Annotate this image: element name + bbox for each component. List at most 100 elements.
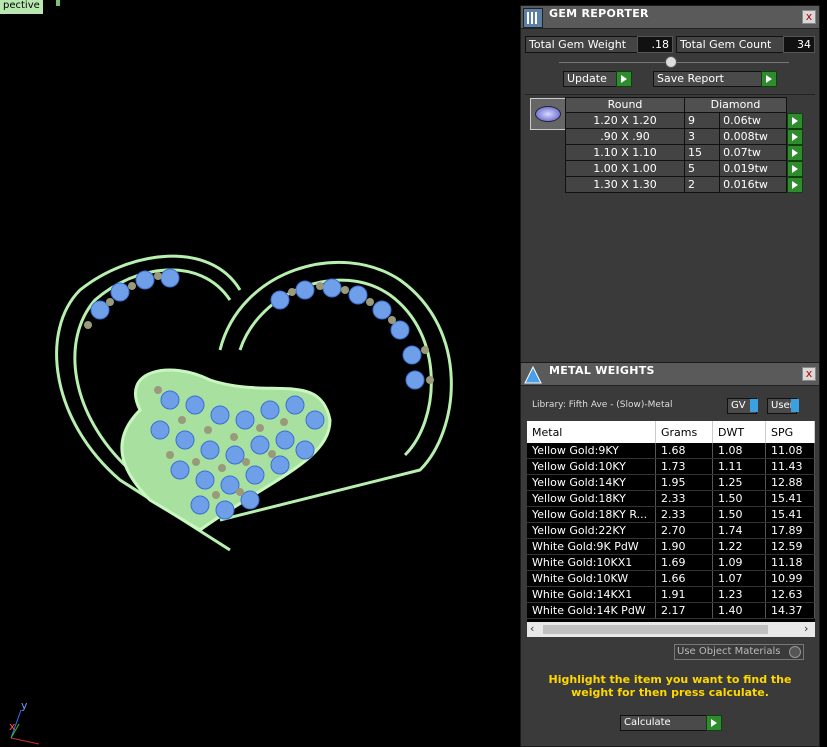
3d-viewport[interactable]: pective y x xyxy=(0,0,518,747)
metal-spg: 12.63 xyxy=(765,586,815,603)
gem-row-go-icon[interactable] xyxy=(787,160,803,177)
table-row[interactable]: White Gold:14KX1 1.91 1.23 12.63 xyxy=(527,586,815,603)
table-row[interactable]: Yellow Gold:10KY 1.73 1.11 11.43 xyxy=(527,458,815,475)
gem-count: 5 xyxy=(683,160,721,177)
metal-dwt: 1.50 xyxy=(712,506,766,523)
metal-weights-panel: METAL WEIGHTS x Library: Fifth Ave - (Sl… xyxy=(520,362,820,747)
total-gem-count-value: 34 xyxy=(783,36,815,53)
gem-count: 15 xyxy=(683,144,721,161)
metal-weights-title: METAL WEIGHTS xyxy=(549,364,655,377)
gem-row-go-icon[interactable] xyxy=(787,128,803,145)
gem-weight: 0.016tw xyxy=(719,176,787,193)
gem-count: 2 xyxy=(683,176,721,193)
save-report-go-icon[interactable] xyxy=(761,71,777,87)
gem-count: 3 xyxy=(683,128,721,145)
metal-name: White Gold:10KX1 xyxy=(527,554,656,571)
calculate-go-icon[interactable] xyxy=(706,715,722,731)
col-spg[interactable]: SPG xyxy=(765,421,815,443)
scrollbar-thumb[interactable] xyxy=(543,625,768,634)
metal-spg: 15.41 xyxy=(765,506,815,523)
metal-grams: 1.73 xyxy=(655,458,713,475)
total-gem-weight-value: .18 xyxy=(637,36,673,53)
gem-weight: 0.07tw xyxy=(719,144,787,161)
calculate-button[interactable]: Calculate xyxy=(620,715,710,731)
gem-row[interactable]: .90 X .90 3 0.008tw xyxy=(565,128,808,145)
table-row[interactable]: Yellow Gold:14KY 1.95 1.25 12.88 xyxy=(527,474,815,491)
metal-spg: 10.99 xyxy=(765,570,815,587)
axis-x-label: x xyxy=(9,720,16,733)
metal-grams: 2.33 xyxy=(655,506,713,523)
gem-size: .90 X .90 xyxy=(565,128,685,145)
metal-name: White Gold:14K PdW xyxy=(527,602,656,619)
metal-dwt: 1.23 xyxy=(712,586,766,603)
metal-dwt: 1.08 xyxy=(712,443,766,459)
gem-reporter-title: GEM REPORTER xyxy=(549,7,649,20)
table-row[interactable]: White Gold:10KX1 1.69 1.09 11.18 xyxy=(527,554,815,571)
gem-size: 1.30 X 1.30 xyxy=(565,176,685,193)
metal-grams: 1.69 xyxy=(655,554,713,571)
table-row[interactable]: White Gold:9K PdW 1.90 1.22 12.59 xyxy=(527,538,815,555)
col-grams[interactable]: Grams xyxy=(655,421,713,443)
metal-grams: 1.91 xyxy=(655,586,713,603)
splitter-handle[interactable] xyxy=(665,56,677,68)
gem-row[interactable]: 1.10 X 1.10 15 0.07tw xyxy=(565,144,808,161)
col-dwt[interactable]: DWT xyxy=(712,421,766,443)
gem-table: Round Diamond 1.20 X 1.20 9 0.06tw .90 X… xyxy=(565,97,808,193)
metal-name: White Gold:10KW xyxy=(527,570,656,587)
metal-weights-close-button[interactable]: x xyxy=(802,367,816,381)
gem-row-go-icon[interactable] xyxy=(787,112,803,129)
table-row[interactable]: Yellow Gold:9KY 1.68 1.08 11.08 xyxy=(527,443,815,459)
gem-reporter-titlebar[interactable]: GEM REPORTER x xyxy=(521,6,819,29)
gem-size: 1.00 X 1.00 xyxy=(565,160,685,177)
save-report-button[interactable]: Save Report xyxy=(653,71,765,87)
viewport-menu-marker[interactable] xyxy=(56,0,60,6)
metal-name: White Gold:9K PdW xyxy=(527,538,656,555)
library-label: Library: Fifth Ave - (Slow)-Metal xyxy=(532,400,673,410)
scroll-right-icon[interactable]: › xyxy=(804,622,808,635)
gem-row-go-icon[interactable] xyxy=(787,176,803,193)
gem-reporter-icon xyxy=(523,8,543,28)
metal-grams: 1.66 xyxy=(655,570,713,587)
round-gem-icon[interactable] xyxy=(530,98,566,130)
table-row[interactable]: Yellow Gold:22KY 2.70 1.74 17.89 xyxy=(527,522,815,539)
update-go-icon[interactable] xyxy=(616,71,632,87)
use-object-materials-radio[interactable] xyxy=(789,646,801,658)
metal-name: Yellow Gold:14KY xyxy=(527,474,656,491)
metal-dwt: 1.50 xyxy=(712,490,766,507)
metal-spg: 11.18 xyxy=(765,554,815,571)
viewport-label[interactable]: pective xyxy=(0,0,43,14)
metal-dwt: 1.25 xyxy=(712,474,766,491)
gem-row[interactable]: 1.30 X 1.30 2 0.016tw xyxy=(565,176,808,193)
scroll-left-icon[interactable]: ‹ xyxy=(530,622,534,635)
metal-name: Yellow Gold:22KY xyxy=(527,522,656,539)
gem-type-header: Diamond xyxy=(684,97,787,113)
metal-table-container[interactable]: Metal Grams DWT SPG Yellow Gold:9KY 1.68 1… xyxy=(527,421,815,637)
use-object-materials-toggle[interactable]: Use Object Materials xyxy=(674,644,804,660)
metal-dwt: 1.09 xyxy=(712,554,766,571)
col-metal[interactable]: Metal xyxy=(527,421,656,443)
total-gem-count-label: Total Gem Count xyxy=(676,36,785,53)
gem-count: 9 xyxy=(683,112,721,129)
metal-grams: 2.17 xyxy=(655,602,713,619)
horizontal-scrollbar[interactable]: ‹ › xyxy=(527,622,815,637)
table-row[interactable]: White Gold:14K PdW 2.17 1.40 14.37 xyxy=(527,602,815,619)
metal-name: Yellow Gold:10KY xyxy=(527,458,656,475)
table-row[interactable]: Yellow Gold:18KY R... 2.33 1.50 15.41 xyxy=(527,506,815,523)
update-button[interactable]: Update xyxy=(563,71,623,87)
table-row[interactable]: Yellow Gold:18KY 2.33 1.50 15.41 xyxy=(527,490,815,507)
metal-spg: 17.89 xyxy=(765,522,815,539)
calculate-hint: Highlight the item you want to find the … xyxy=(548,673,792,699)
gem-reporter-close-button[interactable]: x xyxy=(802,10,816,24)
gem-row-go-icon[interactable] xyxy=(787,144,803,161)
heart-model[interactable] xyxy=(40,230,500,560)
table-row[interactable]: White Gold:10KW 1.66 1.07 10.99 xyxy=(527,570,815,587)
metal-table: Metal Grams DWT SPG Yellow Gold:9KY 1.68 1… xyxy=(527,421,815,619)
total-gem-weight-label: Total Gem Weight xyxy=(525,36,639,53)
metal-spg: 11.08 xyxy=(765,443,815,459)
gem-row[interactable]: 1.00 X 1.00 5 0.019tw xyxy=(565,160,808,177)
metal-dwt: 1.40 xyxy=(712,602,766,619)
gem-row[interactable]: 1.20 X 1.20 9 0.06tw xyxy=(565,112,808,129)
metal-weights-titlebar[interactable]: METAL WEIGHTS x xyxy=(521,363,819,386)
metal-grams: 1.68 xyxy=(655,443,713,459)
metal-grams: 2.33 xyxy=(655,490,713,507)
